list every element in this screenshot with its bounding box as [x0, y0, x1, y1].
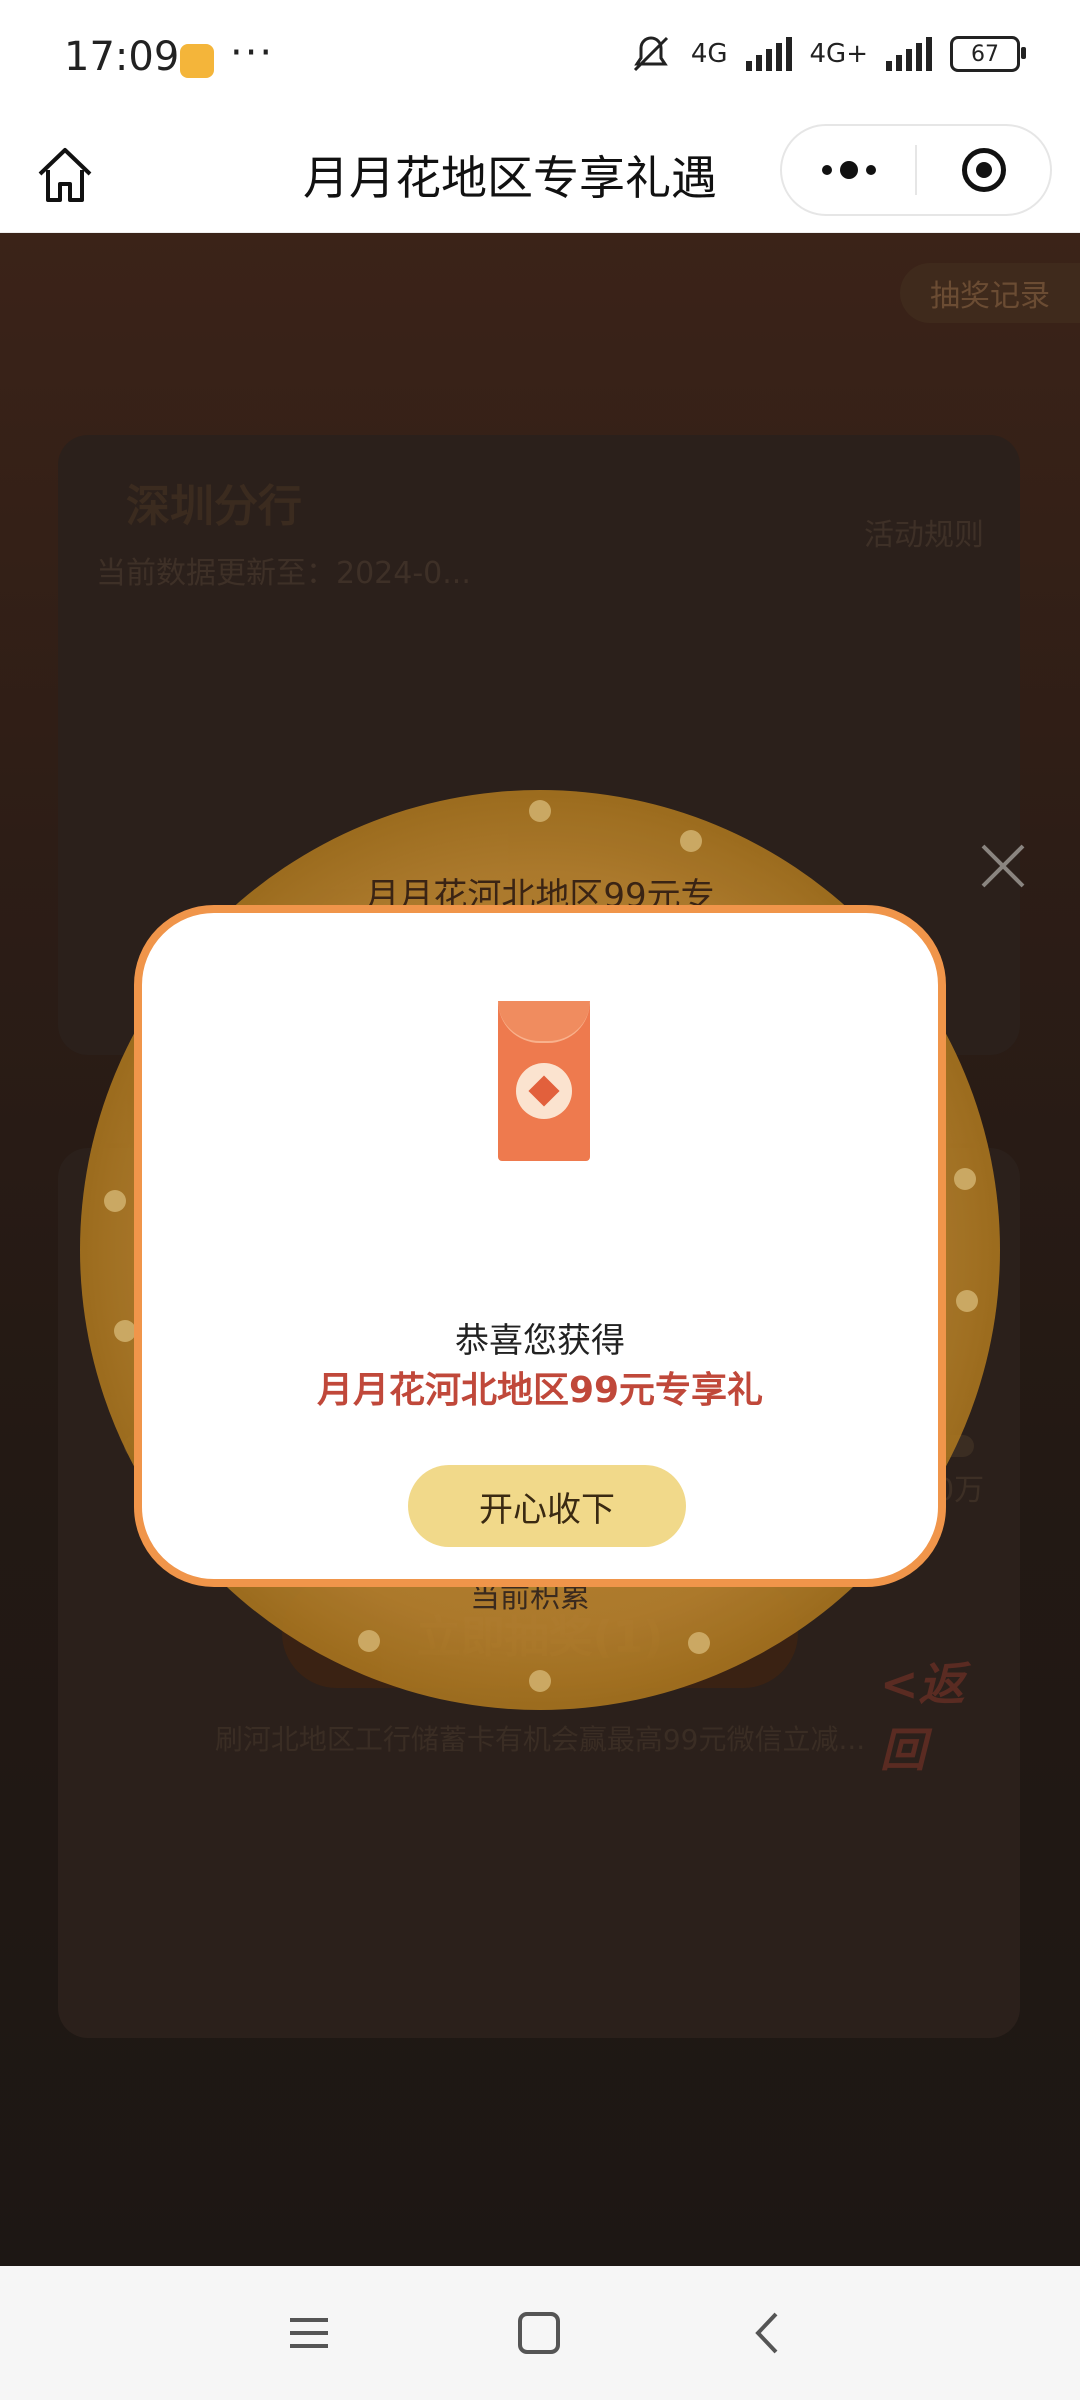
envelope-flap — [498, 1001, 590, 1043]
hero-title: 月月花地区专享礼遇 — [107, 494, 972, 601]
status-time: 17:09 — [64, 34, 180, 80]
more-dots-icon — [821, 161, 876, 179]
close-target-icon — [961, 148, 1006, 192]
close-icon[interactable] — [975, 838, 1031, 894]
halo-light — [688, 1632, 710, 1654]
mini-program-titlebar: 月月花地区专享礼遇 — [0, 120, 1080, 233]
halo-light — [529, 800, 551, 822]
halo-light — [954, 1168, 976, 1190]
lottery-record-button: 抽奖记录 — [900, 263, 1080, 323]
network-4g-label: 4G — [690, 39, 728, 69]
status-bar: 17:09 ··· 4G 4G+ 67 — [0, 0, 1080, 120]
red-envelope-icon — [498, 1001, 590, 1161]
mini-program-capsule — [780, 124, 1052, 216]
more-options-button[interactable] — [782, 126, 915, 214]
exit-mini-program-button[interactable] — [917, 126, 1050, 214]
signal-icon — [745, 37, 792, 71]
halo-light — [529, 1670, 551, 1692]
battery-icon: 67 — [950, 36, 1026, 72]
home-square-icon[interactable] — [512, 2306, 566, 2360]
accept-prize-button[interactable]: 开心收下 — [408, 1465, 686, 1547]
more-notifications-indicator: ··· — [230, 30, 275, 76]
back-icon[interactable] — [742, 2306, 796, 2360]
signal-icon-2 — [886, 37, 932, 71]
congrats-text: 恭喜您获得 — [455, 1321, 625, 1361]
halo-light — [104, 1190, 126, 1212]
envelope-seal — [516, 1063, 572, 1119]
battery-level: 67 — [971, 41, 999, 67]
halo-light — [358, 1630, 380, 1652]
system-navbar — [0, 2266, 1080, 2400]
silent-icon — [633, 36, 668, 72]
prize-modal: 恭喜您获得 月月花河北地区99元专享礼 开心收下 — [134, 905, 946, 1587]
halo-light — [114, 1320, 136, 1342]
status-icons: 4G 4G+ 67 — [629, 34, 1026, 74]
prize-name: 月月花河北地区99元专享礼 — [316, 1370, 764, 1411]
menu-icon[interactable] — [282, 2306, 336, 2360]
network-4gplus-label: 4G+ — [809, 39, 868, 69]
halo-light — [956, 1290, 978, 1312]
app-notification-icon — [180, 44, 214, 78]
halo-light — [680, 830, 702, 852]
